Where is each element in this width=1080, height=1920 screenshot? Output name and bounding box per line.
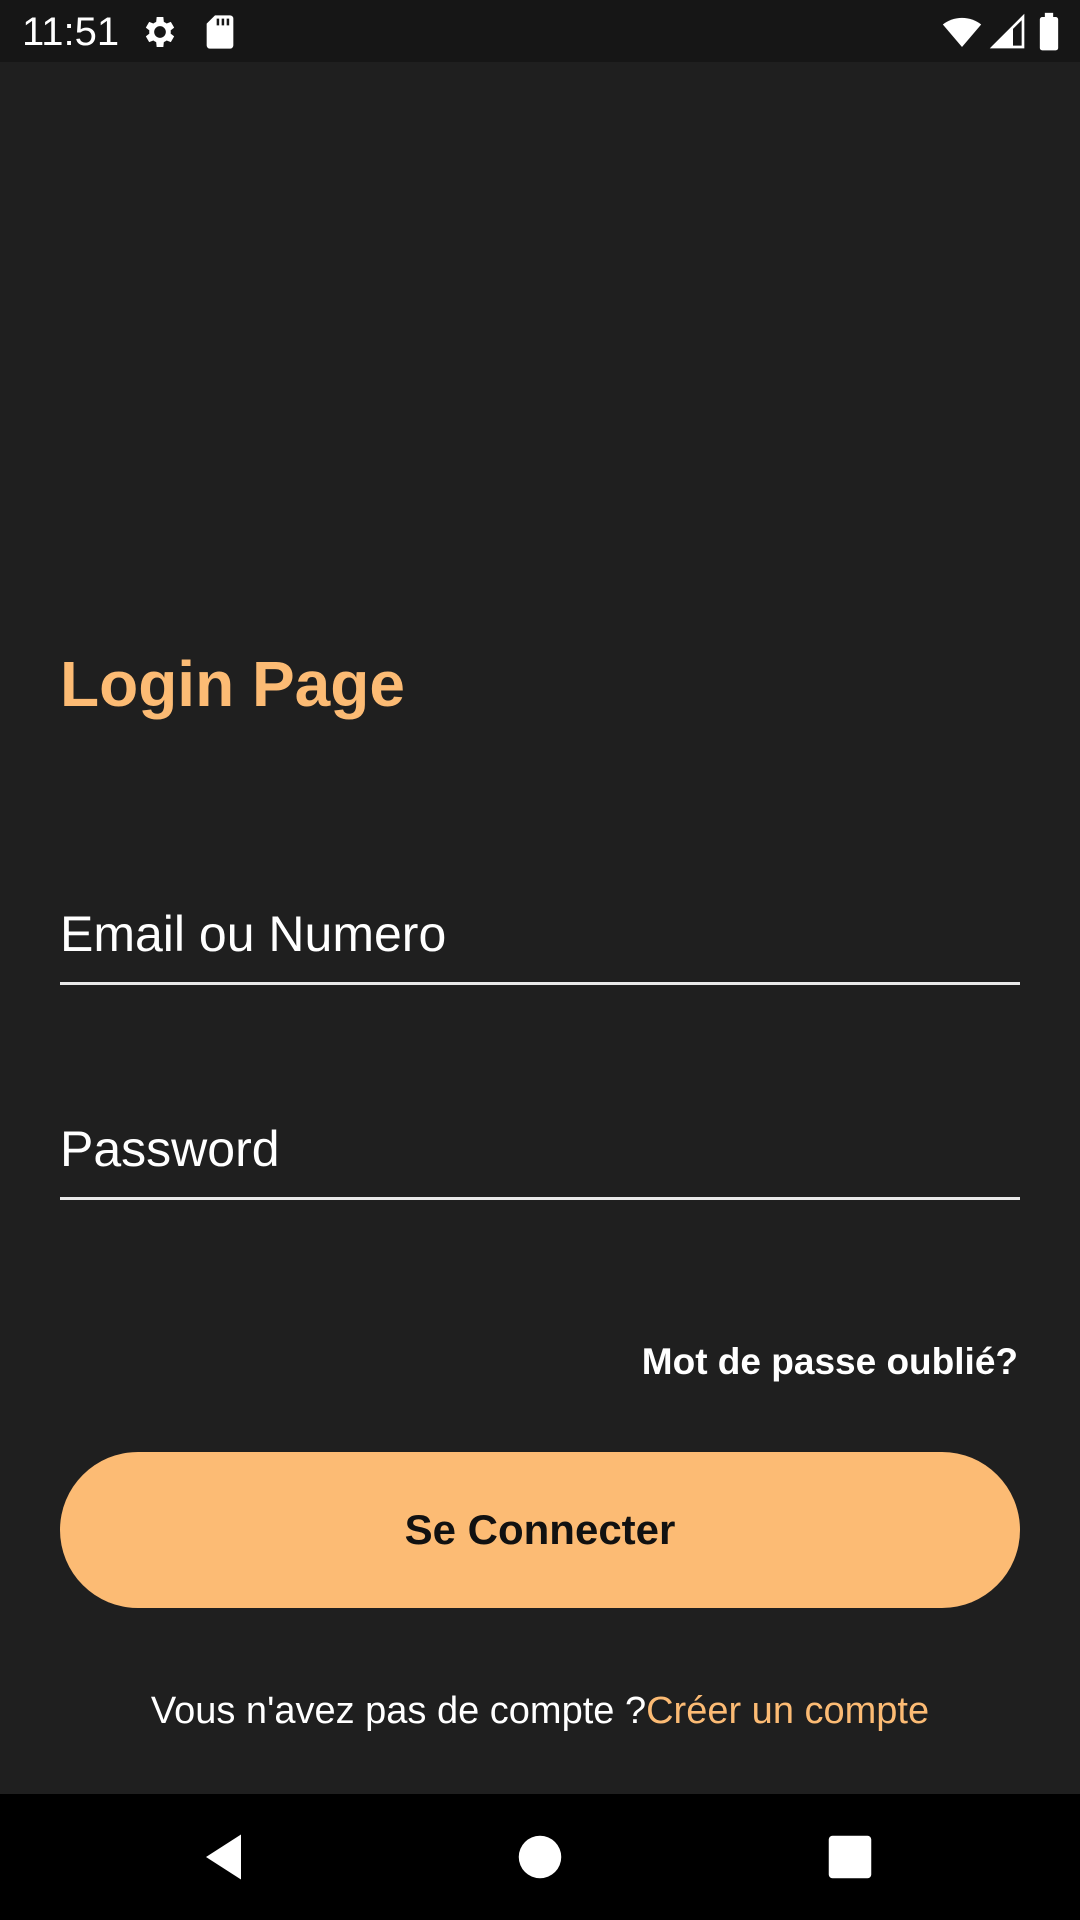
- email-field: [60, 882, 1020, 985]
- login-button[interactable]: Se Connecter: [60, 1452, 1020, 1608]
- wifi-icon: [940, 12, 984, 52]
- cell-signal-icon: [988, 12, 1028, 52]
- password-input[interactable]: [60, 1097, 1020, 1197]
- login-screen: 11:51 Login Page Mot de passe oublié? Se…: [0, 0, 1080, 1920]
- page-title: Login Page: [60, 648, 405, 720]
- signup-prompt: Vous n'avez pas de compte ?Créer un comp…: [0, 1686, 1080, 1736]
- forgot-password-link[interactable]: Mot de passe oublié?: [642, 1338, 1018, 1386]
- recents-icon[interactable]: [820, 1827, 880, 1887]
- home-icon[interactable]: [510, 1827, 570, 1887]
- status-time: 11:51: [22, 10, 120, 54]
- password-field: [60, 1097, 1020, 1200]
- email-input[interactable]: [60, 882, 1020, 982]
- signup-prompt-text: Vous n'avez pas de compte ?: [150, 1690, 647, 1732]
- navigation-bar: [0, 1794, 1080, 1920]
- sd-card-icon: [200, 12, 240, 52]
- gear-icon: [140, 12, 180, 52]
- status-bar: 11:51: [0, 0, 1080, 62]
- battery-icon: [1036, 12, 1062, 52]
- create-account-link[interactable]: Créer un compte: [646, 1690, 929, 1732]
- back-icon[interactable]: [196, 1827, 256, 1887]
